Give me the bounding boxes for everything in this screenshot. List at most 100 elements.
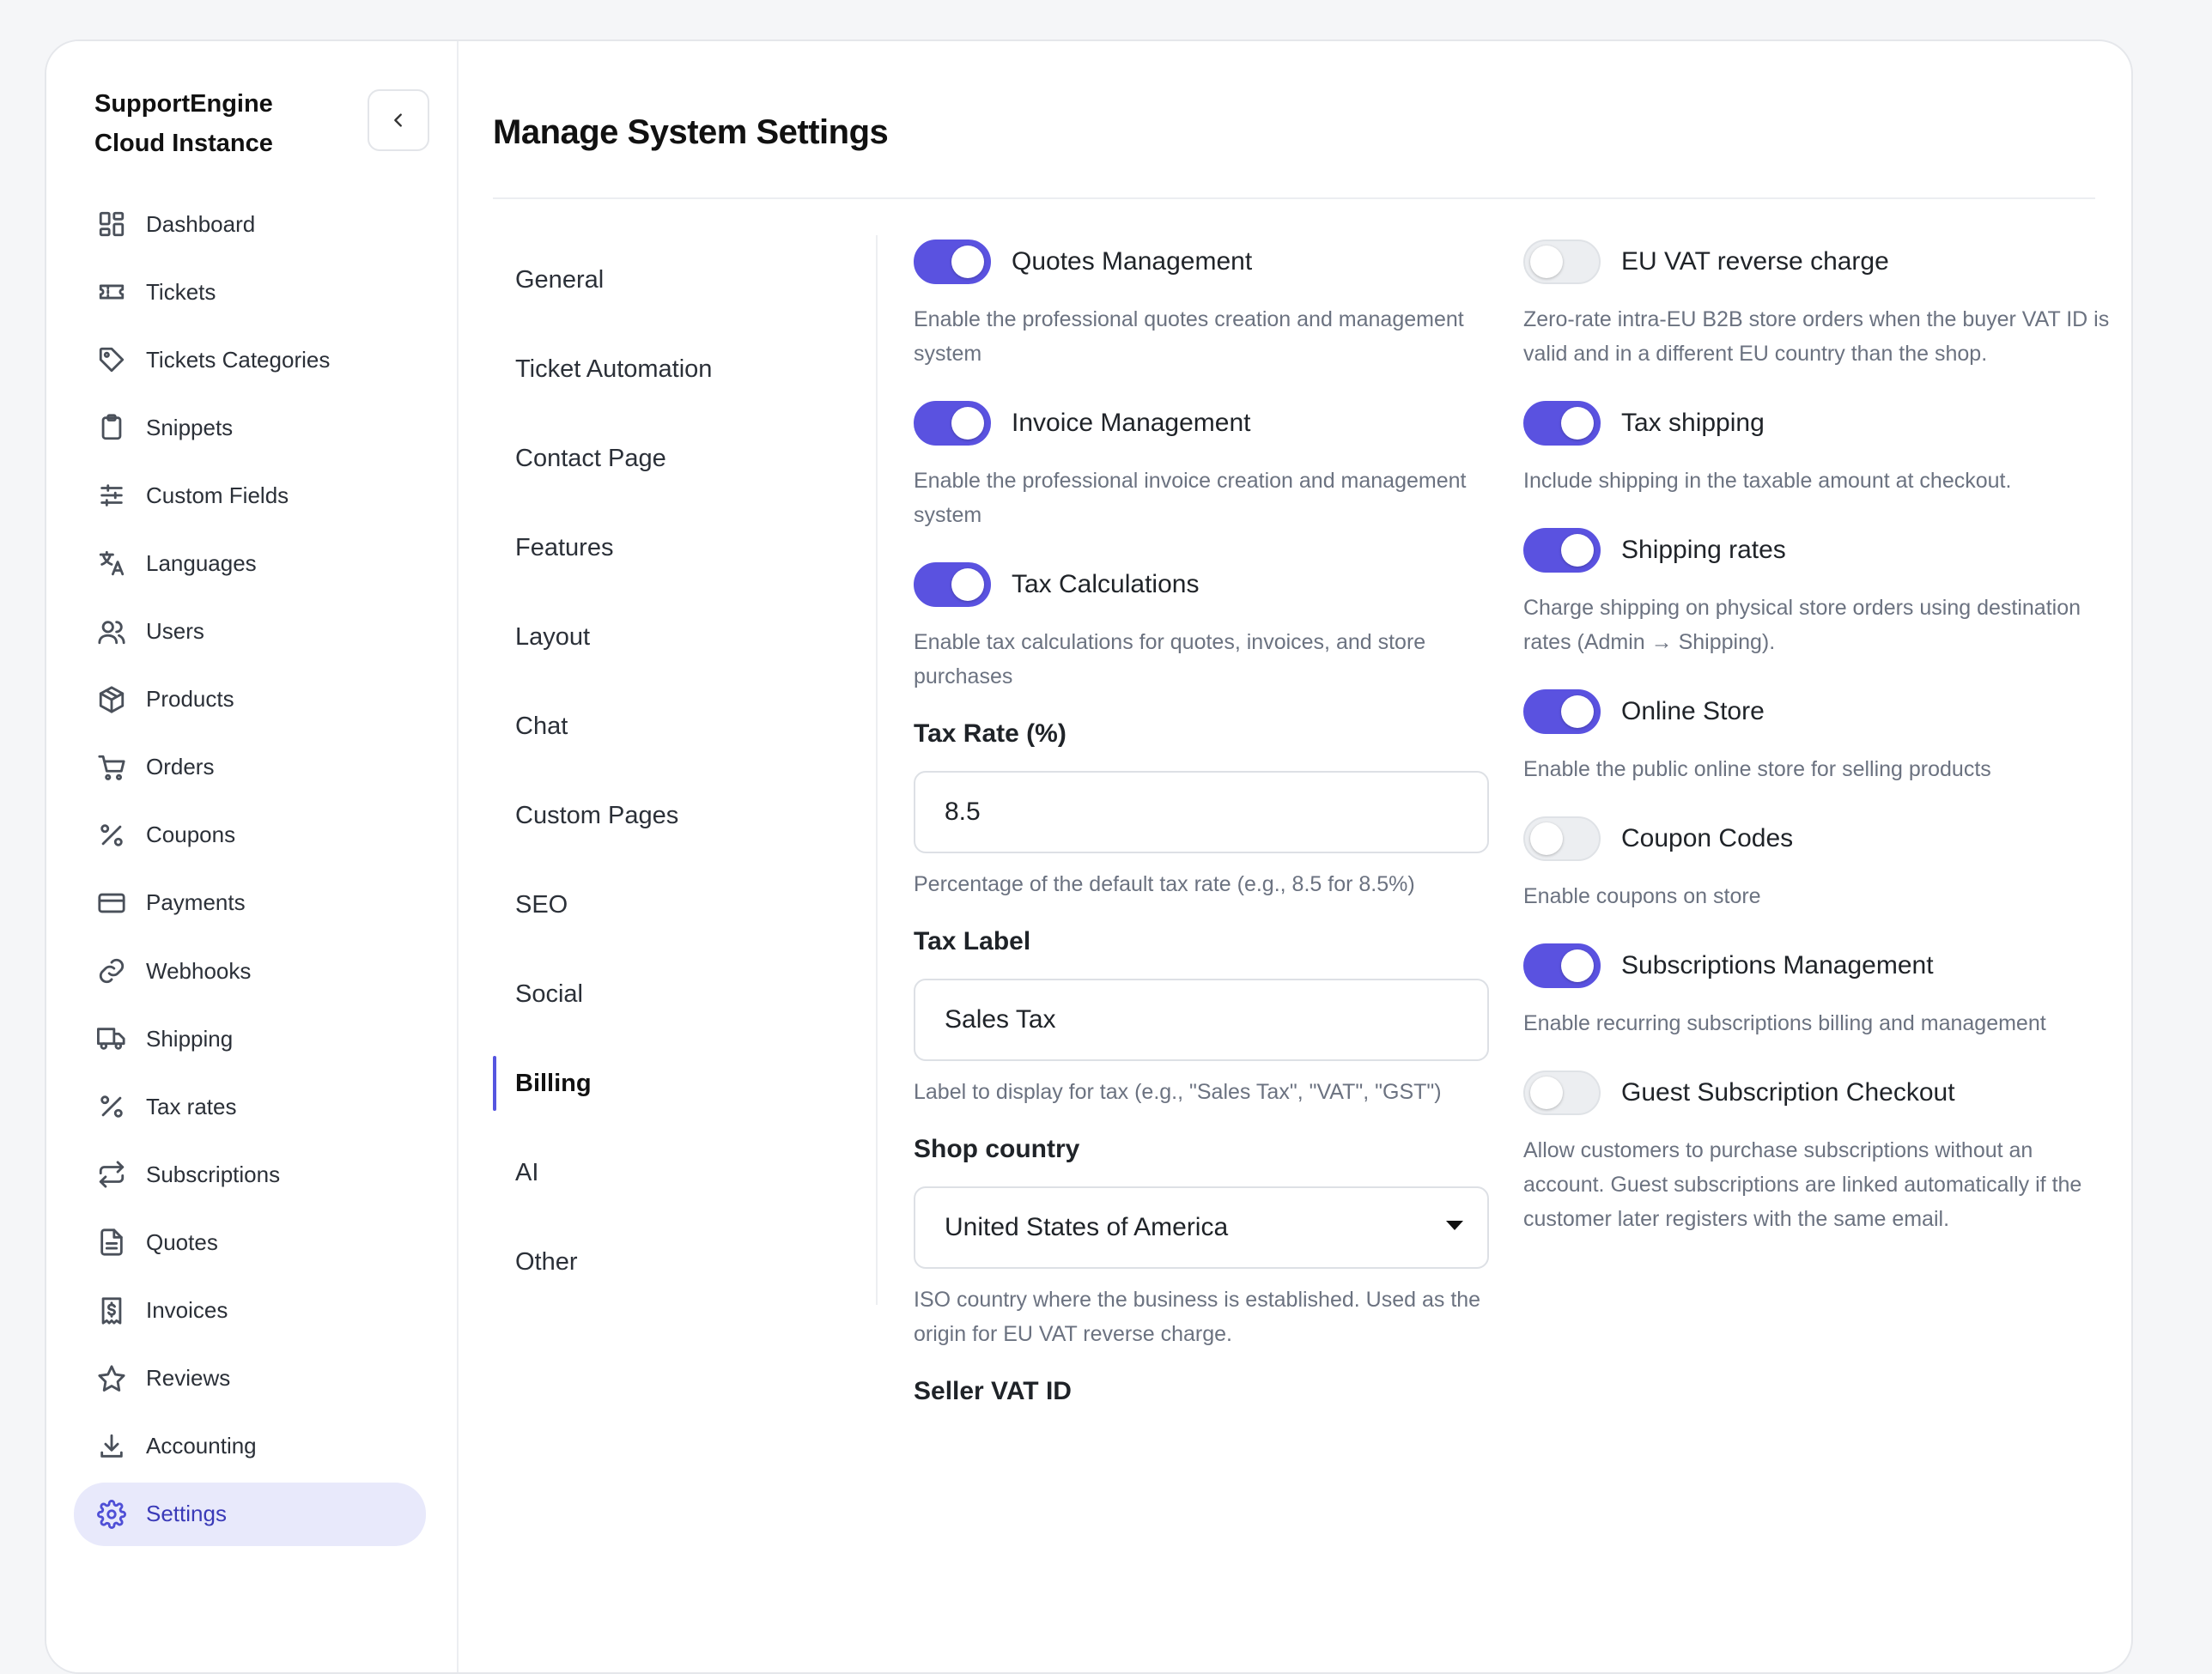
- sidebar-item-tax-rates[interactable]: Tax rates: [74, 1075, 426, 1138]
- sidebar-item-products[interactable]: Products: [74, 668, 426, 731]
- tab-social[interactable]: Social: [493, 949, 871, 1039]
- percent-icon: [94, 818, 129, 852]
- guest-subscription-checkout-toggle[interactable]: [1523, 1071, 1601, 1115]
- toggle-knob: [1530, 822, 1563, 855]
- sidebar-item-tickets-categories[interactable]: Tickets Categories: [74, 328, 426, 391]
- subscriptions-management-setting: Subscriptions Management Enable recurrin…: [1523, 939, 2116, 1040]
- toggle-knob: [1530, 1077, 1563, 1109]
- sidebar-item-label: Reviews: [146, 1365, 231, 1392]
- main-content: Manage System Settings General Ticket Au…: [459, 41, 2131, 1672]
- tab-layout[interactable]: Layout: [493, 592, 871, 682]
- brand-title: SupportEngine Cloud Instance: [94, 84, 273, 163]
- tax-calculations-help: Enable tax calculations for quotes, invo…: [914, 630, 1426, 688]
- tab-ai[interactable]: AI: [493, 1128, 871, 1217]
- sidebar-item-custom-fields[interactable]: Custom Fields: [74, 464, 426, 527]
- credit-card-icon: [94, 886, 129, 920]
- sidebar-item-label: Custom Fields: [146, 482, 289, 508]
- toggle-knob: [1561, 949, 1594, 982]
- shipping-rates-setting: Shipping rates Charge shipping on physic…: [1523, 524, 2116, 659]
- caret-down-icon: [1446, 1221, 1463, 1230]
- sidebar-item-orders[interactable]: Orders: [74, 736, 426, 799]
- tab-contact-page[interactable]: Contact Page: [493, 414, 871, 503]
- truck-icon: [94, 1022, 129, 1056]
- download-icon: [94, 1429, 129, 1464]
- page-title: Manage System Settings: [493, 113, 889, 151]
- tax-rate-value: 8.5: [945, 798, 981, 826]
- eu-vat-reverse-charge-toggle[interactable]: [1523, 240, 1601, 284]
- sidebar-item-label: Accounting: [146, 1433, 257, 1459]
- tax-label-input[interactable]: Sales Tax: [914, 979, 1489, 1061]
- coupon-codes-help: Enable coupons on store: [1523, 884, 1761, 908]
- sidebar-item-label: Users: [146, 618, 204, 645]
- sidebar-item-label: Settings: [146, 1501, 227, 1527]
- collapse-sidebar-button[interactable]: [368, 89, 429, 151]
- sidebar-item-accounting[interactable]: Accounting: [74, 1415, 426, 1478]
- sidebar-item-label: Coupons: [146, 822, 236, 848]
- sidebar-item-shipping[interactable]: Shipping: [74, 1007, 426, 1071]
- tabs-divider: [876, 235, 878, 1305]
- sidebar-item-label: Dashboard: [146, 210, 256, 237]
- sidebar-item-label: Tickets: [146, 278, 216, 305]
- sidebar-item-snippets[interactable]: Snippets: [74, 396, 426, 459]
- shipping-rates-help: Charge shipping on physical store orders…: [1523, 596, 2081, 654]
- ticket-icon: [94, 275, 129, 309]
- sidebar-item-payments[interactable]: Payments: [74, 871, 426, 935]
- guest-subscription-checkout-label: Guest Subscription Checkout: [1621, 1078, 1955, 1107]
- toggle-knob: [951, 246, 984, 278]
- invoice-management-label: Invoice Management: [1012, 409, 1251, 437]
- sidebar-item-settings[interactable]: Settings: [74, 1482, 426, 1546]
- online-store-help: Enable the public online store for selli…: [1523, 757, 1991, 781]
- sidebar-item-label: Shipping: [146, 1025, 234, 1052]
- subscriptions-management-toggle[interactable]: [1523, 943, 1601, 988]
- sidebar-item-invoices[interactable]: Invoices: [74, 1279, 426, 1343]
- sidebar-item-label: Invoices: [146, 1297, 228, 1323]
- quotes-management-toggle[interactable]: [914, 240, 991, 284]
- eu-vat-reverse-charge-label: EU VAT reverse charge: [1621, 247, 1889, 276]
- tag-icon: [94, 343, 129, 377]
- tax-rate-input[interactable]: 8.5: [914, 771, 1489, 853]
- toggle-knob: [1561, 407, 1594, 440]
- sidebar-item-webhooks[interactable]: Webhooks: [74, 939, 426, 1003]
- shop-country-label: Shop country: [914, 1135, 1080, 1163]
- sidebar-item-tickets[interactable]: Tickets: [74, 260, 426, 324]
- clipboard-icon: [94, 410, 129, 445]
- online-store-label: Online Store: [1621, 697, 1765, 725]
- guest-subscription-checkout-setting: Guest Subscription Checkout Allow custom…: [1523, 1066, 2116, 1236]
- tab-seo[interactable]: SEO: [493, 860, 871, 949]
- invoice-dollar-icon: [94, 1294, 129, 1328]
- shop-country-value: United States of America: [945, 1213, 1229, 1241]
- sliders-icon: [94, 478, 129, 513]
- invoice-management-setting: Invoice Management Enable the profession…: [914, 397, 1489, 532]
- sidebar-item-reviews[interactable]: Reviews: [74, 1347, 426, 1410]
- chevron-left-icon: [394, 113, 402, 127]
- sidebar-item-quotes[interactable]: Quotes: [74, 1210, 426, 1274]
- shipping-rates-label: Shipping rates: [1621, 536, 1786, 564]
- sidebar-item-subscriptions[interactable]: Subscriptions: [74, 1143, 426, 1206]
- tab-general[interactable]: General: [493, 235, 871, 324]
- shop-country-select[interactable]: United States of America: [914, 1186, 1489, 1269]
- tax-calculations-toggle[interactable]: [914, 562, 991, 607]
- sidebar-item-dashboard[interactable]: Dashboard: [74, 192, 426, 256]
- sidebar-item-label: Tickets Categories: [146, 346, 331, 373]
- billing-right-column: EU VAT reverse charge Zero-rate intra-EU…: [1523, 235, 2116, 1262]
- invoice-management-toggle[interactable]: [914, 401, 991, 446]
- shipping-rates-toggle[interactable]: [1523, 528, 1601, 573]
- tab-features[interactable]: Features: [493, 503, 871, 592]
- eu-vat-reverse-charge-setting: EU VAT reverse charge Zero-rate intra-EU…: [1523, 235, 2116, 371]
- coupon-codes-toggle[interactable]: [1523, 816, 1601, 861]
- tab-ticket-automation[interactable]: Ticket Automation: [493, 324, 871, 414]
- tab-custom-pages[interactable]: Custom Pages: [493, 771, 871, 860]
- sidebar-item-coupons[interactable]: Coupons: [74, 804, 426, 867]
- tax-shipping-toggle[interactable]: [1523, 401, 1601, 446]
- shop-country-help: ISO country where the business is establ…: [914, 1288, 1481, 1346]
- sidebar-item-users[interactable]: Users: [74, 600, 426, 664]
- billing-left-column: Quotes Management Enable the professiona…: [914, 235, 1489, 1406]
- tab-other[interactable]: Other: [493, 1217, 871, 1307]
- quotes-management-help: Enable the professional quotes creation …: [914, 307, 1464, 366]
- dashboard-icon: [94, 207, 129, 241]
- online-store-toggle[interactable]: [1523, 689, 1601, 734]
- tab-billing[interactable]: Billing: [493, 1039, 871, 1128]
- tab-chat[interactable]: Chat: [493, 682, 871, 771]
- sidebar-item-languages[interactable]: Languages: [74, 531, 426, 595]
- title-divider: [493, 197, 2095, 199]
